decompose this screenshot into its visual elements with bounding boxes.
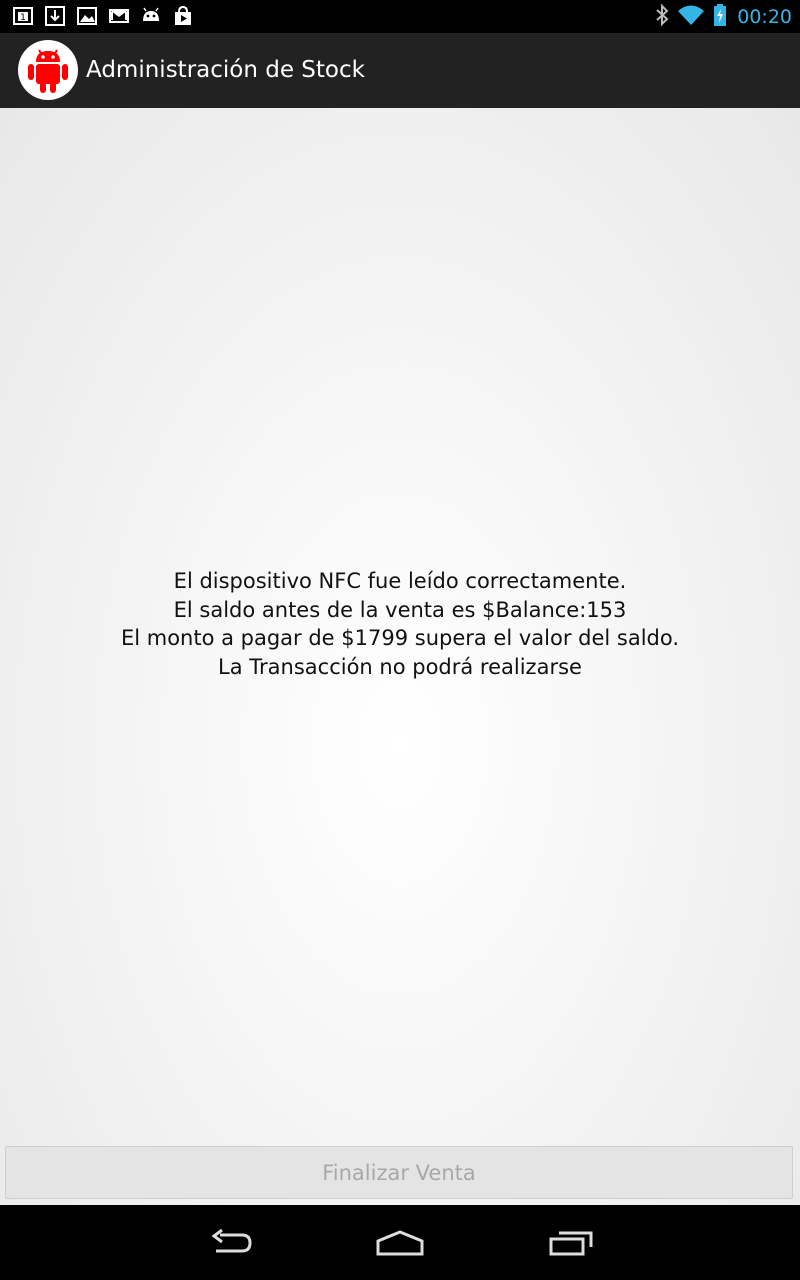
main-content: El dispositivo NFC fue leído correctamen…: [0, 108, 800, 1205]
wifi-icon: [677, 3, 705, 31]
download-icon: [44, 5, 66, 27]
battery-charging-icon: [713, 3, 727, 31]
finalizar-venta-button[interactable]: Finalizar Venta: [5, 1146, 793, 1199]
message-line: El monto a pagar de $1799 supera el valo…: [120, 626, 680, 650]
home-icon[interactable]: [370, 1223, 430, 1263]
result-message: El dispositivo NFC fue leído correctamen…: [0, 567, 800, 681]
gallery-icon: [76, 5, 98, 27]
svg-text:1: 1: [20, 13, 26, 23]
back-icon[interactable]: [200, 1223, 260, 1263]
bluetooth-icon: [655, 3, 669, 31]
android-robot-icon[interactable]: [18, 40, 78, 100]
message-line: El dispositivo NFC fue leído correctamen…: [173, 569, 627, 593]
gmail-icon: [108, 5, 130, 27]
sim-card-1-icon: 1: [12, 5, 34, 27]
recent-apps-icon[interactable]: [541, 1223, 601, 1263]
navigation-bar: [0, 1205, 800, 1280]
action-bar: Administración de Stock: [0, 33, 800, 109]
android-debug-icon: [140, 5, 162, 27]
message-line: El saldo antes de la venta es $Balance:1…: [173, 597, 627, 622]
play-store-icon: [172, 5, 194, 27]
clock: 00:20: [737, 6, 792, 28]
app-title: Administración de Stock: [86, 57, 365, 83]
message-line: La Transacción no podrá realizarse: [218, 654, 582, 679]
screen: 1 00:20 Administración de Stock El dispo…: [0, 0, 800, 1280]
notification-icons: 1: [12, 5, 194, 27]
system-status: 00:20: [655, 3, 792, 31]
status-bar: 1 00:20: [0, 0, 800, 33]
